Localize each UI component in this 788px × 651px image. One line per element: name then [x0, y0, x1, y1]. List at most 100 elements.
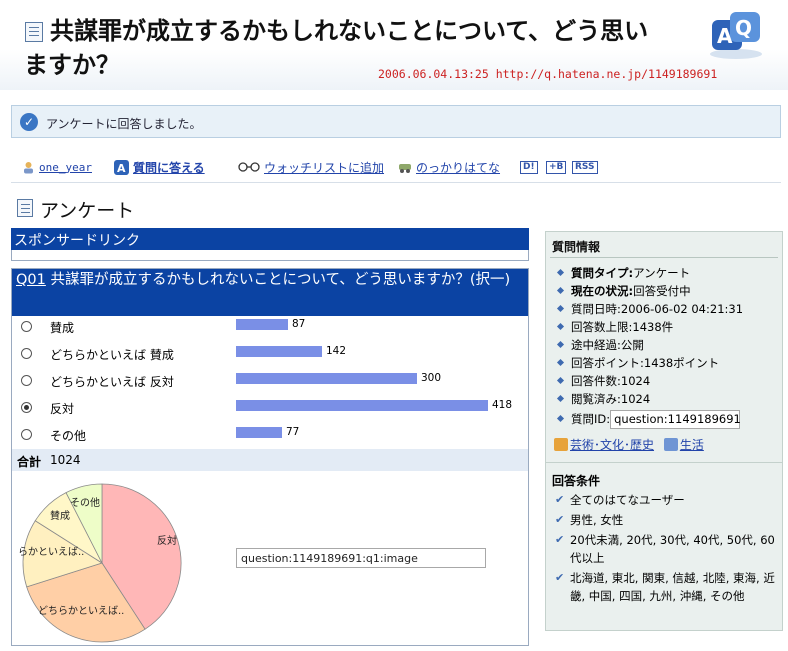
bookmark-button[interactable]: +B — [546, 158, 567, 176]
user-link[interactable]: one_year — [22, 158, 92, 176]
pie-label: 反対 — [157, 534, 177, 547]
notice-text: アンケートに回答しました。 — [46, 117, 202, 131]
option-bar — [236, 427, 282, 438]
pie-label: どちらかといえば.. — [38, 605, 124, 617]
svg-text:Q: Q — [735, 16, 752, 40]
info-value: 回答受付中 — [633, 284, 691, 298]
info-divider — [550, 257, 778, 258]
category-art-link[interactable]: 芸術･文化･歴史 — [554, 436, 654, 453]
info-key: 回答ポイント: — [571, 356, 644, 370]
condition-item: 男性, 女性 — [554, 511, 776, 529]
info-key: 質問日時: — [571, 302, 621, 316]
option-radio[interactable] — [21, 321, 32, 332]
option-label: 賛成 — [50, 321, 75, 335]
conditions-heading: 回答条件 — [552, 474, 601, 488]
option-count: 142 — [326, 345, 347, 357]
rss-button[interactable]: RSS — [572, 158, 598, 176]
total-row: 合計 1024 — [12, 449, 528, 471]
answer-label[interactable]: 質問に答える — [133, 159, 205, 176]
question-meta-line: 2006.06.04.13:25 http://q.hatena.ne.jp/1… — [378, 67, 718, 81]
option-bar — [236, 400, 488, 411]
page-title-line1: 共謀罪が成立するかもしれないことについて、どう思い — [50, 17, 649, 45]
option-label: どちらかといえば 反対 — [50, 375, 174, 389]
option-bar — [236, 346, 322, 357]
option-label: その他 — [50, 429, 87, 443]
info-row: 閲覧済み:1024 — [556, 390, 780, 408]
watchlist-link[interactable]: ウォッチリストに追加 — [238, 158, 384, 176]
document-icon — [25, 22, 43, 42]
option-row: 賛成 87 — [12, 313, 528, 340]
nokkari-label[interactable]: のっかりはてな — [416, 159, 500, 176]
aq-logo-icon: A Q — [710, 12, 762, 59]
info-row: 回答ポイント:1438ポイント — [556, 354, 780, 372]
info-key: 閲覧済み: — [571, 392, 621, 406]
category-art-label[interactable]: 芸術･文化･歴史 — [570, 436, 654, 453]
info-row: 質問タイプ:アンケート — [556, 264, 780, 282]
question-id-field[interactable]: question:1149189691 — [610, 410, 741, 429]
info-key: 現在の状況: — [571, 284, 634, 298]
category-life-label[interactable]: 生活 — [680, 436, 704, 453]
art-category-icon — [554, 438, 568, 451]
option-radio[interactable] — [21, 402, 32, 413]
option-bar — [236, 319, 288, 330]
question-panel: Q01 共謀罪が成立するかもしれないことについて、どう思いますか？(択一) 賛成… — [11, 268, 529, 646]
toolbar-divider — [11, 182, 781, 183]
info-value: 1024 — [620, 374, 651, 388]
info-row-id: 質問ID: question:1149189691 — [556, 410, 780, 432]
category-links: 芸術･文化･歴史 生活 — [554, 436, 710, 454]
info-row: 現在の状況:回答受付中 — [556, 282, 780, 300]
option-label: どちらかといえば 賛成 — [50, 348, 174, 362]
info-value: 1024 — [620, 392, 651, 406]
diary-icon[interactable]: D! — [520, 160, 538, 174]
option-bar — [236, 373, 417, 384]
home-icon — [663, 438, 678, 451]
nokkari-link[interactable]: のっかりはてな — [398, 158, 500, 176]
watchlist-label[interactable]: ウォッチリストに追加 — [264, 159, 384, 176]
info-row: 回答数上限:1438件 — [556, 318, 780, 336]
condition-item: 北海道, 東北, 関東, 信越, 北陸, 東海, 近畿, 中国, 四国, 九州,… — [554, 569, 776, 605]
bookmark-icon[interactable]: +B — [546, 160, 567, 174]
pie-label: その他 — [70, 496, 100, 509]
survey-icon — [17, 199, 33, 217]
section-title: アンケート — [40, 200, 135, 222]
page-title-line2: ますか？ — [24, 51, 120, 79]
info-value: アンケート — [633, 266, 691, 280]
user-name[interactable]: one_year — [39, 161, 92, 174]
question-text: 共謀罪が成立するかもしれないことについて、どう思いますか？(択一) — [50, 272, 511, 288]
info-value: 公開 — [620, 338, 644, 352]
page-title: 共謀罪が成立するかもしれないことについて、どう思い ますか？ — [24, 14, 700, 79]
info-list: 質問タイプ:アンケート 現在の状況:回答受付中 質問日時:2006-06-02 04… — [556, 264, 780, 432]
option-label: 反対 — [50, 402, 75, 416]
info-row: 質問日時:2006-06-02 04:21:31 — [556, 300, 780, 318]
diary-button[interactable]: D! — [520, 158, 538, 176]
check-circle-icon: ✓ — [20, 113, 38, 131]
answer-question-link[interactable]: A 質問に答える — [114, 158, 205, 176]
info-value: 1438ポイント — [643, 356, 720, 370]
pie-label: らかといえば.. — [18, 546, 84, 558]
rss-icon[interactable]: RSS — [572, 160, 598, 174]
results-pie-chart: 反対どちらかといえば.. らかといえば.. 賛成その他 — [18, 483, 182, 643]
info-row: 回答件数:1024 — [556, 372, 780, 390]
option-row: その他 77 — [12, 421, 528, 448]
info-id-label: 質問ID: — [571, 412, 611, 426]
pie-label: 賛成 — [50, 509, 70, 522]
category-life-link[interactable]: 生活 — [663, 436, 704, 453]
condition-item: 20代未満, 20代, 30代, 40代, 50代, 60代以上 — [554, 531, 776, 567]
question-number-link[interactable]: Q01 — [16, 272, 46, 288]
info-row: 途中経過:公開 — [556, 336, 780, 354]
option-radio[interactable] — [21, 375, 32, 386]
image-id-field[interactable] — [236, 548, 486, 568]
option-row: どちらかといえば 賛成 142 — [12, 340, 528, 367]
glasses-icon — [238, 162, 260, 172]
sponsor-content — [11, 250, 529, 261]
option-radio[interactable] — [21, 429, 32, 440]
question-header: Q01 共謀罪が成立するかもしれないことについて、どう思いますか？(択一) — [12, 269, 528, 316]
info-value: 1438件 — [632, 320, 674, 334]
sponsor-header: スポンサードリンク — [11, 228, 529, 250]
question-toolbar: one_year A 質問に答える ウォッチリストに追加 のっかりはてな D! … — [22, 158, 782, 178]
option-radio[interactable] — [21, 348, 32, 359]
option-row: 反対 418 — [12, 394, 528, 421]
info-key: 質問タイプ: — [571, 266, 634, 280]
option-count: 418 — [492, 399, 513, 411]
info-key: 途中経過: — [571, 338, 621, 352]
